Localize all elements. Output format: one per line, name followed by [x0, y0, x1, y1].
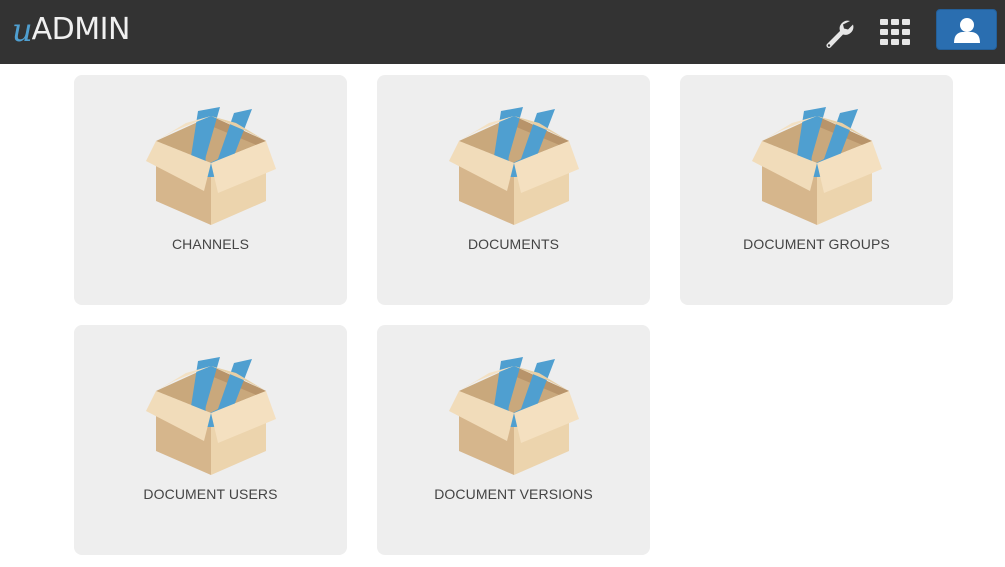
tile-label: DOCUMENT USERS — [143, 486, 278, 502]
grid-icon — [880, 19, 910, 45]
logo-u-mark: u — [12, 11, 33, 49]
package-box-icon — [449, 101, 579, 227]
settings-button[interactable] — [820, 13, 858, 51]
tile-document-versions[interactable]: DOCUMENT VERSIONS — [377, 325, 650, 555]
logo-text: ADMIN — [31, 12, 131, 47]
package-box-icon — [752, 101, 882, 227]
tile-document-users[interactable]: DOCUMENT USERS — [74, 325, 347, 555]
package-box-icon — [146, 101, 276, 227]
apps-grid-button[interactable] — [876, 13, 914, 51]
user-icon — [953, 17, 980, 43]
user-menu-button[interactable] — [936, 9, 997, 50]
wrench-icon — [826, 20, 854, 48]
tile-document-groups[interactable]: DOCUMENT GROUPS — [680, 75, 953, 305]
tile-label: DOCUMENTS — [467, 236, 560, 252]
tile-label: CHANNELS — [171, 236, 250, 252]
package-box-icon — [146, 351, 276, 477]
tile-label: DOCUMENT VERSIONS — [434, 486, 593, 502]
tile-channels[interactable]: CHANNELS — [74, 75, 347, 305]
top-navbar: u ADMIN — [0, 0, 1005, 64]
package-box-icon — [449, 351, 579, 477]
app-logo[interactable]: u ADMIN — [12, 11, 131, 49]
tile-documents[interactable]: DOCUMENTS — [377, 75, 650, 305]
tile-label: DOCUMENT GROUPS — [743, 236, 890, 252]
